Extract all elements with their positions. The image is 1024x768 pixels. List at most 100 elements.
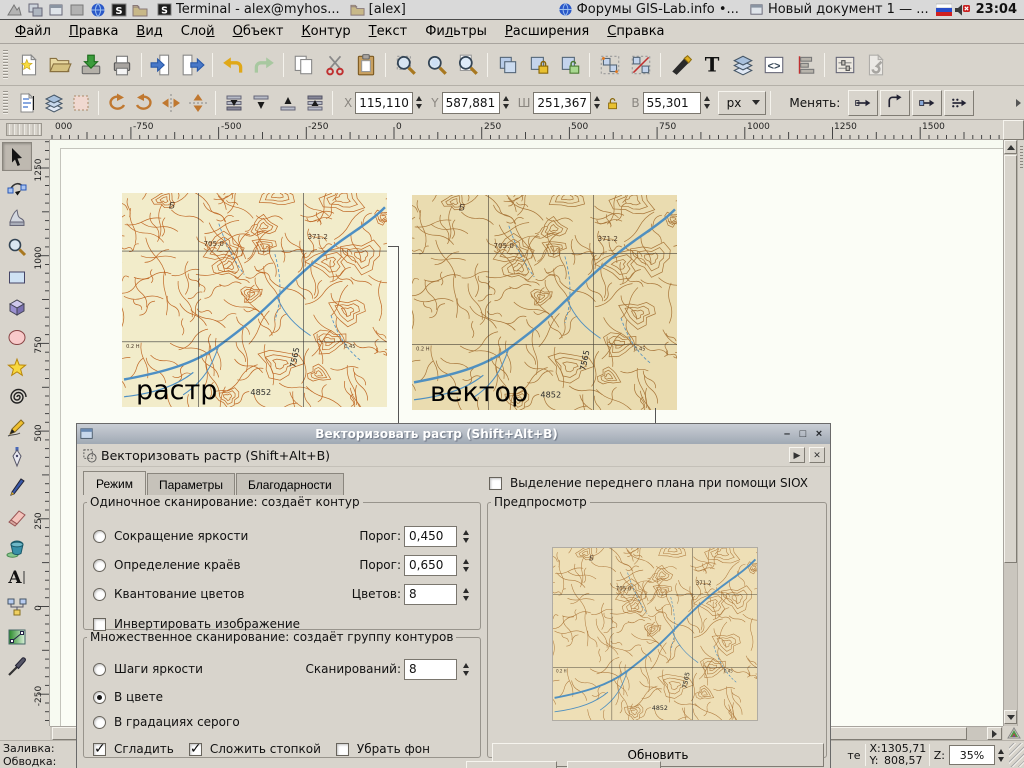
group-button[interactable] [594, 48, 625, 82]
tool-selector[interactable] [2, 142, 32, 171]
radio-colors[interactable] [93, 691, 106, 704]
tool-rect[interactable] [2, 262, 32, 291]
fill-stroke-button[interactable] [665, 48, 696, 82]
scroll-up-button[interactable] [1004, 140, 1017, 154]
window-resize-grip[interactable] [1009, 743, 1024, 767]
window-icon[interactable] [45, 1, 66, 19]
align-button[interactable] [789, 48, 820, 82]
tab-режим[interactable]: Режим [83, 471, 146, 495]
taskbar-window-button[interactable]: Форумы GIS-Lab.info •... [553, 1, 744, 19]
menu-правка[interactable]: Правка [60, 21, 127, 42]
menu-контур[interactable]: Контур [292, 21, 359, 42]
taskbar-window-button[interactable]: Новый документ 1 — ... [744, 1, 934, 19]
text-dialog-button[interactable]: T [696, 48, 727, 82]
smooth-checkbox[interactable] [93, 743, 106, 756]
new-button[interactable] [13, 48, 44, 82]
tool-dropper[interactable] [2, 652, 32, 681]
toolbar-grip[interactable] [3, 50, 8, 79]
rotate-cw-button[interactable] [130, 89, 157, 117]
width-field[interactable]: 251,367 [533, 92, 591, 114]
menu-фильтры[interactable]: Фильтры [416, 21, 496, 42]
x-field[interactable]: 115,110 [355, 92, 413, 114]
radio-brightness-cutoff[interactable] [93, 530, 106, 543]
threshold-field[interactable]: 0,450 [404, 526, 457, 547]
tool-calligraphy[interactable] [2, 472, 32, 501]
maximize-button[interactable]: □ [795, 427, 811, 442]
y-spinner[interactable] [502, 96, 511, 109]
export-button[interactable] [177, 48, 208, 82]
toolbox-handle[interactable] [0, 120, 50, 140]
siox-checkbox[interactable] [489, 477, 502, 490]
stack-scans-checkbox[interactable] [189, 743, 202, 756]
duplicate-button[interactable] [492, 48, 523, 82]
print-button[interactable] [106, 48, 137, 82]
threshold-spinner[interactable] [462, 559, 471, 572]
vertical-scroll-thumb[interactable] [1004, 155, 1017, 563]
select-layers-button[interactable] [40, 89, 67, 117]
lock-ratio-icon[interactable] [606, 96, 620, 110]
scans-spinner[interactable] [462, 663, 471, 676]
y-field[interactable]: 587,881 [442, 92, 500, 114]
open-button[interactable] [44, 48, 75, 82]
menu-расширения[interactable]: Расширения [496, 21, 598, 42]
lower-button[interactable] [247, 89, 274, 117]
width-spinner[interactable] [593, 96, 602, 109]
undo-button[interactable] [217, 48, 248, 82]
toolbar-overflow-arrow[interactable] [1012, 90, 1024, 116]
minimize-button[interactable]: – [779, 427, 795, 442]
units-dropdown[interactable]: px [718, 91, 767, 115]
tool-eraser[interactable] [2, 502, 32, 531]
menu-объект[interactable]: Объект [224, 21, 293, 42]
tool-box3d[interactable] [2, 292, 32, 321]
raise-top-button[interactable] [301, 89, 328, 117]
doc-props-button[interactable] [860, 48, 891, 82]
radio-color-quantization[interactable] [93, 588, 106, 601]
tool-star[interactable] [2, 352, 32, 381]
cut-button[interactable] [319, 48, 350, 82]
vector-text-label[interactable]: вектор [430, 379, 528, 406]
invert-image-checkbox[interactable] [93, 618, 106, 631]
tool-bucket[interactable] [2, 532, 32, 561]
menu-текст[interactable]: Текст [360, 21, 417, 42]
lower-bottom-button[interactable] [220, 89, 247, 117]
zoom-drawing-button[interactable] [421, 48, 452, 82]
tool-gradient[interactable] [2, 622, 32, 651]
zoom-spinner[interactable] [997, 749, 1006, 762]
folder-icon[interactable] [129, 1, 150, 19]
tool-connector[interactable] [2, 592, 32, 621]
height-field[interactable]: 55,301 [643, 92, 701, 114]
layers-button[interactable] [727, 48, 758, 82]
menu-справка[interactable]: Справка [598, 21, 673, 42]
colors-spinner[interactable] [462, 588, 471, 601]
preferences-button[interactable] [829, 48, 860, 82]
tool-tweak[interactable] [2, 202, 32, 231]
dialog-titlebar[interactable]: Векторизовать растр (Shift+Alt+B) – □ × [77, 424, 830, 444]
deselect-button[interactable] [67, 89, 94, 117]
dialog-bottom-button[interactable] [567, 761, 661, 768]
paste-button[interactable] [350, 48, 381, 82]
panel-menu-button[interactable]: ▶ [789, 447, 805, 463]
x-spinner[interactable] [415, 96, 424, 109]
scroll-down-button[interactable] [1004, 710, 1017, 724]
tab-благодарности[interactable]: Благодарности [236, 473, 344, 495]
unlink-clone-button[interactable] [554, 48, 585, 82]
threshold-spinner[interactable] [462, 530, 471, 543]
menu-вид[interactable]: Вид [127, 21, 171, 42]
threshold-field[interactable]: 0,650 [404, 555, 457, 576]
scans-field[interactable]: 8 [404, 659, 457, 680]
zoom-field[interactable]: 35% [949, 745, 995, 765]
path-segment[interactable] [398, 246, 399, 426]
flip-v-button[interactable] [184, 89, 211, 117]
radio-grays[interactable] [93, 716, 106, 729]
tool-pen[interactable] [2, 442, 32, 471]
import-button[interactable] [146, 48, 177, 82]
tool-ellipse[interactable] [2, 322, 32, 351]
clone-button[interactable] [523, 48, 554, 82]
tool-text[interactable]: A [2, 562, 32, 591]
close-button[interactable]: × [811, 427, 827, 442]
radio-brightness-steps[interactable] [93, 663, 106, 676]
vertical-scrollbar[interactable] [1003, 140, 1017, 726]
taskbar-window-button[interactable]: STerminal - alex@myhos... [152, 1, 345, 19]
height-spinner[interactable] [703, 96, 712, 109]
select-all-button[interactable] [13, 89, 40, 117]
